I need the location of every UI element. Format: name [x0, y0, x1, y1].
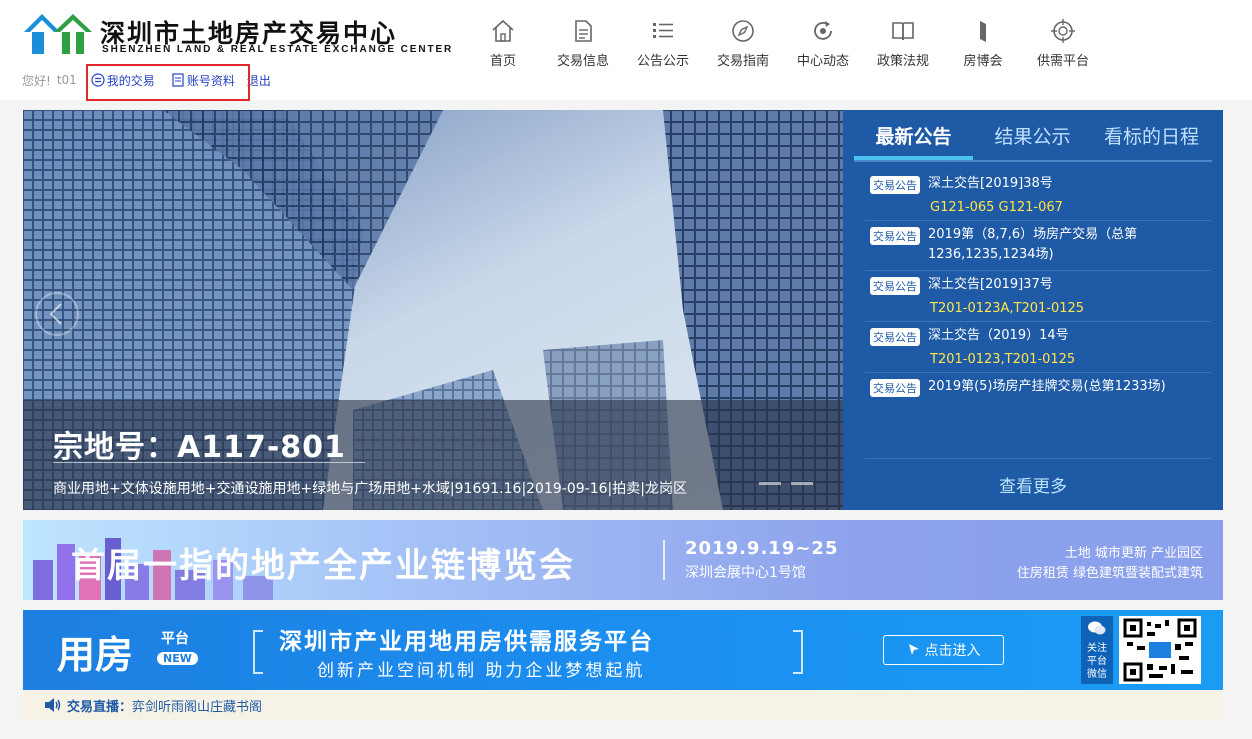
banner-prev-button[interactable]: [35, 292, 79, 336]
nav-news-label: 中心动态: [796, 54, 849, 69]
list-icon: [653, 23, 673, 38]
news-code: T201-0123,T201-0125: [930, 352, 1076, 367]
nav-guide-label: 交易指南: [716, 54, 769, 69]
nav-announcements-label: 公告公示: [636, 54, 689, 69]
nav-expo[interactable]: 房博会: [943, 18, 1023, 74]
platform-logo-sub: 平台: [161, 631, 189, 647]
expo-location: 深圳会展中心1号馆: [685, 565, 806, 581]
banner-dots: [759, 482, 813, 485]
news-item[interactable]: 交易公告 深土交告[2019]37号 T201-0123A,T201-0125: [865, 271, 1211, 322]
nav-home-label: 首页: [489, 54, 516, 69]
expo-tags-line2: 住房租赁 绿色建筑暨装配式建筑: [1016, 566, 1203, 581]
news-code: G121-065 G121-067: [930, 200, 1063, 215]
tab-results[interactable]: 结果公示: [973, 122, 1092, 160]
enter-platform-label: 点击进入: [924, 643, 981, 659]
news-badge: 交易公告: [870, 328, 920, 346]
banner-title: 宗地号：A117-801: [53, 430, 346, 465]
supply-platform-ad[interactable]: 用房 平台 NEW 深圳市产业用地用房供需服务平台 创新产业空间机制 助力企业梦…: [23, 610, 1223, 690]
compass-icon: [732, 20, 754, 42]
highlight-box: [86, 64, 250, 101]
news-badge: 交易公告: [870, 227, 920, 245]
nav-policy-label: 政策法规: [876, 54, 929, 69]
chevron-left-icon: [49, 303, 62, 325]
news-tabs: 最新公告 结果公示 看标的日程: [854, 122, 1212, 162]
banner-caption: 宗地号：A117-801 商业用地+文体设施用地+交通设施用地+绿地与广场用地+…: [23, 400, 843, 510]
expo-ad-banner[interactable]: 首届一指的地产全产业链博览会 2019.9.19~25 深圳会展中心1号馆 土地…: [23, 520, 1223, 600]
logo[interactable]: 深圳市土地房产交易中心 SHENZHEN LAND & REAL ESTATE …: [24, 12, 451, 60]
nav-supply-demand[interactable]: 供需平台: [1023, 18, 1103, 74]
expo-divider: [663, 540, 665, 580]
banner-subtitle: 商业用地+文体设施用地+交通设施用地+绿地与广场用地+水域|91691.16|2…: [53, 481, 687, 497]
news-item[interactable]: 交易公告 2019第(5)场房产挂牌交易(总第1233场): [865, 373, 1211, 402]
qr-code-image: [1119, 616, 1201, 684]
nav-home[interactable]: 首页: [463, 18, 543, 74]
news-badge: 交易公告: [870, 176, 920, 194]
ticker-text[interactable]: 弈剑听雨阁山庄藏书阁: [132, 696, 262, 715]
logo-english-name: SHENZHEN LAND & REAL ESTATE EXCHANGE CEN…: [102, 44, 454, 55]
news-panel: 最新公告 结果公示 看标的日程 交易公告 深土交告[2019]38号 G121-0…: [843, 110, 1223, 510]
platform-logo: 用房: [57, 633, 134, 677]
ticker-label: 交易直播：: [67, 699, 133, 715]
logout-link[interactable]: 退出: [247, 72, 271, 89]
news-title: 深土交告[2019]37号: [928, 277, 1053, 292]
news-code: T201-0123A,T201-0125: [930, 301, 1085, 316]
tab-viewing-schedule[interactable]: 看标的日程: [1092, 122, 1211, 160]
username: t01: [56, 73, 77, 87]
flag-icon: [980, 21, 986, 42]
news-list: 交易公告 深土交告[2019]38号 G121-065 G121-067 交易公告…: [865, 172, 1211, 402]
news-badge: 交易公告: [870, 277, 920, 295]
book-icon: [892, 22, 914, 41]
header: 深圳市土地房产交易中心 SHENZHEN LAND & REAL ESTATE …: [0, 0, 1252, 101]
enter-platform-button[interactable]: 点击进入: [883, 635, 1004, 665]
speaker-icon: [45, 698, 61, 712]
news-title: 深土交告[2019]38号: [928, 176, 1053, 191]
nav-guide[interactable]: 交易指南: [703, 18, 783, 74]
expo-tags-line1: 土地 城市更新 产业园区: [1064, 546, 1203, 561]
home-icon: [492, 19, 514, 42]
new-badge: NEW: [157, 652, 198, 665]
nav-news[interactable]: 中心动态: [783, 18, 863, 74]
logo-house-icon: [24, 14, 92, 54]
cursor-icon: [908, 644, 919, 655]
live-ticker: 交易直播： 弈剑听雨阁山庄藏书阁: [23, 690, 1223, 720]
platform-subtitle: 创新产业空间机制 助力企业梦想起航: [317, 661, 646, 681]
news-title: 深土交告（2019）14号: [928, 328, 1069, 343]
bracket-right: [793, 630, 803, 674]
banner-dot-2[interactable]: [791, 482, 813, 485]
news-title: 2019第(5)场房产挂牌交易(总第1233场): [928, 379, 1166, 394]
expo-title: 首届一指的地产全产业链博览会: [71, 546, 575, 586]
main-nav: 首页 交易信息 公告公示 交易指南 中心动态 政策法规 房博会 供需平台: [463, 18, 1103, 78]
nav-supply-demand-label: 供需平台: [1036, 54, 1089, 69]
wechat-icon: [1088, 621, 1106, 635]
news-title: 2019第（8,7,6）场房产交易（总第1236,1235,1234场): [928, 227, 1138, 262]
nav-announcements[interactable]: 公告公示: [623, 18, 703, 74]
nav-expo-label: 房博会: [963, 54, 1003, 69]
greeting-text: 您好!: [22, 73, 51, 88]
wechat-follow-text: 关注平台微信: [1087, 643, 1107, 680]
view-more-link[interactable]: 查看更多: [843, 472, 1223, 497]
expo-date: 2019.9.19~25: [685, 538, 839, 559]
news-divider: [865, 458, 1211, 459]
nav-policy[interactable]: 政策法规: [863, 18, 943, 74]
news-item[interactable]: 交易公告 深土交告[2019]38号 G121-065 G121-067: [865, 172, 1211, 221]
nav-trade-info-label: 交易信息: [556, 54, 609, 69]
nav-trade-info[interactable]: 交易信息: [543, 18, 623, 74]
tab-latest-announcements[interactable]: 最新公告: [854, 122, 973, 160]
refresh-icon: [814, 21, 832, 40]
wechat-follow-label: 关注平台微信: [1081, 616, 1113, 684]
hero-banner[interactable]: 宗地号：A117-801 商业用地+文体设施用地+交通设施用地+绿地与广场用地+…: [23, 110, 843, 510]
news-item[interactable]: 交易公告 2019第（8,7,6）场房产交易（总第1236,1235,1234场): [865, 221, 1211, 271]
document-icon: [575, 20, 592, 42]
target-icon: [1051, 19, 1075, 43]
banner-caption-divider: [53, 462, 365, 463]
news-item[interactable]: 交易公告 深土交告（2019）14号 T201-0123,T201-0125: [865, 322, 1211, 373]
qr-pattern: [1123, 618, 1197, 682]
platform-title: 深圳市产业用地用房供需服务平台: [279, 629, 654, 655]
bracket-left: [253, 630, 263, 674]
news-badge: 交易公告: [870, 379, 920, 397]
banner-dot-1[interactable]: [759, 482, 781, 485]
